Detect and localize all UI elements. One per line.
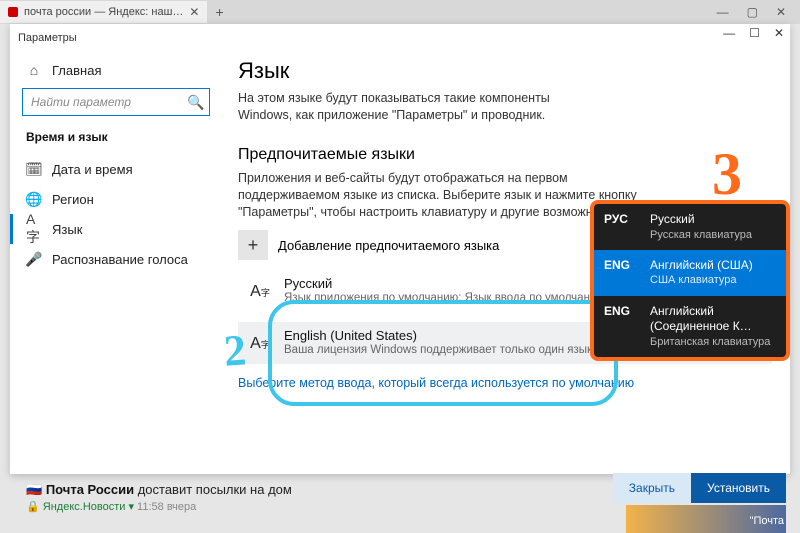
language-icon: A字	[26, 221, 42, 237]
home-icon: ⌂	[26, 62, 42, 78]
news-title-bold: Почта России	[46, 482, 134, 497]
sidebar-item-speech[interactable]: 🎤 Распознавание голоса	[22, 244, 220, 274]
browser-tab[interactable]: почта россии — Яндекс: наш… ✕	[0, 1, 207, 23]
search-icon: 🔍	[188, 94, 204, 110]
flyout-item-russian[interactable]: РУС Русский Русская клавиатура	[594, 204, 786, 250]
settings-minimize-button[interactable]: —	[723, 26, 735, 40]
calendar-icon: 🗓	[26, 161, 42, 177]
add-language-label: Добавление предпочитаемого языка	[278, 238, 499, 253]
nav-label: Распознавание голоса	[52, 252, 188, 267]
sidebar-item-datetime[interactable]: 🗓 Дата и время	[22, 154, 220, 184]
settings-titlebar: Параметры	[10, 24, 790, 52]
home-label: Главная	[52, 63, 101, 78]
yandex-icon	[8, 7, 18, 17]
page-title: Язык	[238, 58, 772, 84]
sidebar-item-region[interactable]: 🌐 Регион	[22, 184, 220, 214]
microphone-icon: 🎤	[26, 251, 42, 267]
page-bottom-overlay: Закрыть Установить 🇷🇺 Почта России доста…	[0, 475, 800, 533]
settings-search-input[interactable]	[29, 94, 188, 110]
tab-title: почта россии — Яндекс: наш…	[24, 6, 183, 18]
news-source: Яндекс.Новости	[43, 501, 126, 513]
flyout-lang-name: Русский	[650, 212, 776, 228]
browser-maximize-button[interactable]: ▢	[747, 5, 758, 19]
language-code: ENG	[604, 304, 640, 349]
snackbar-install-button[interactable]: Установить	[691, 473, 786, 503]
browser-tab-bar: почта россии — Яндекс: наш… ✕ +	[0, 0, 800, 24]
globe-icon: 🌐	[26, 191, 42, 207]
tab-close-icon[interactable]: ✕	[189, 5, 199, 19]
annotation-circle-2	[268, 300, 618, 406]
settings-search-box[interactable]: 🔍	[22, 88, 210, 116]
nav-label: Дата и время	[52, 162, 133, 177]
input-language-flyout: РУС Русский Русская клавиатура ENG Англи…	[590, 200, 790, 361]
sidebar-item-language[interactable]: A字 Язык	[10, 214, 220, 244]
preferred-languages-desc: Приложения и веб-сайты будут отображатьс…	[238, 170, 638, 221]
browser-close-button[interactable]: ✕	[776, 5, 786, 19]
browser-window-controls: — ▢ ✕	[703, 0, 800, 24]
flyout-keyboard-name: Британская клавиатура	[650, 335, 776, 349]
browser-minimize-button[interactable]: —	[717, 5, 729, 19]
news-time: 11:58 вчера	[137, 501, 196, 513]
preferred-languages-heading: Предпочитаемые языки	[238, 146, 772, 164]
flyout-lang-name: Английский (США)	[650, 258, 776, 274]
news-title-rest: доставит посылки на дом	[134, 482, 292, 497]
settings-close-button[interactable]: ✕	[774, 26, 784, 40]
settings-window-title: Параметры	[18, 32, 77, 44]
page-subtitle: На этом языке будут показываться такие к…	[238, 90, 578, 124]
annotation-number-2: 2	[222, 324, 248, 376]
news-snippet[interactable]: 🇷🇺 Почта России доставит посылки на дом …	[26, 482, 292, 513]
settings-window-controls: — ☐ ✕	[723, 26, 784, 40]
flyout-lang-name: Английский (Соединенное К…	[650, 304, 776, 335]
install-snackbar: Закрыть Установить	[613, 473, 786, 503]
annotation-number-3: 3	[712, 140, 742, 209]
news-peek-text: "Почта	[750, 515, 784, 527]
nav-label: Регион	[52, 192, 94, 207]
flyout-keyboard-name: Русская клавиатура	[650, 228, 776, 242]
language-code: ENG	[604, 258, 640, 288]
language-glyph-icon: A字	[246, 278, 274, 306]
sidebar-section-title: Время и язык	[26, 130, 220, 144]
sidebar-item-home[interactable]: ⌂ Главная	[22, 58, 220, 88]
language-code: РУС	[604, 212, 640, 242]
desktop-bg: почта россии — Яндекс: наш… ✕ + — ▢ ✕ Па…	[0, 0, 800, 533]
news-thumbnail	[626, 505, 786, 533]
new-tab-button[interactable]: +	[207, 4, 231, 20]
flyout-item-english-us[interactable]: ENG Английский (США) США клавиатура	[594, 250, 786, 296]
nav-label: Язык	[52, 222, 82, 237]
settings-maximize-button[interactable]: ☐	[749, 26, 760, 40]
plus-icon[interactable]: +	[238, 230, 268, 260]
flyout-item-english-uk[interactable]: ENG Английский (Соединенное К… Британска…	[594, 296, 786, 357]
flyout-keyboard-name: США клавиатура	[650, 273, 776, 287]
snackbar-close-button[interactable]: Закрыть	[613, 473, 691, 503]
settings-sidebar: ⌂ Главная 🔍 Время и язык 🗓 Дата и время …	[10, 52, 220, 474]
